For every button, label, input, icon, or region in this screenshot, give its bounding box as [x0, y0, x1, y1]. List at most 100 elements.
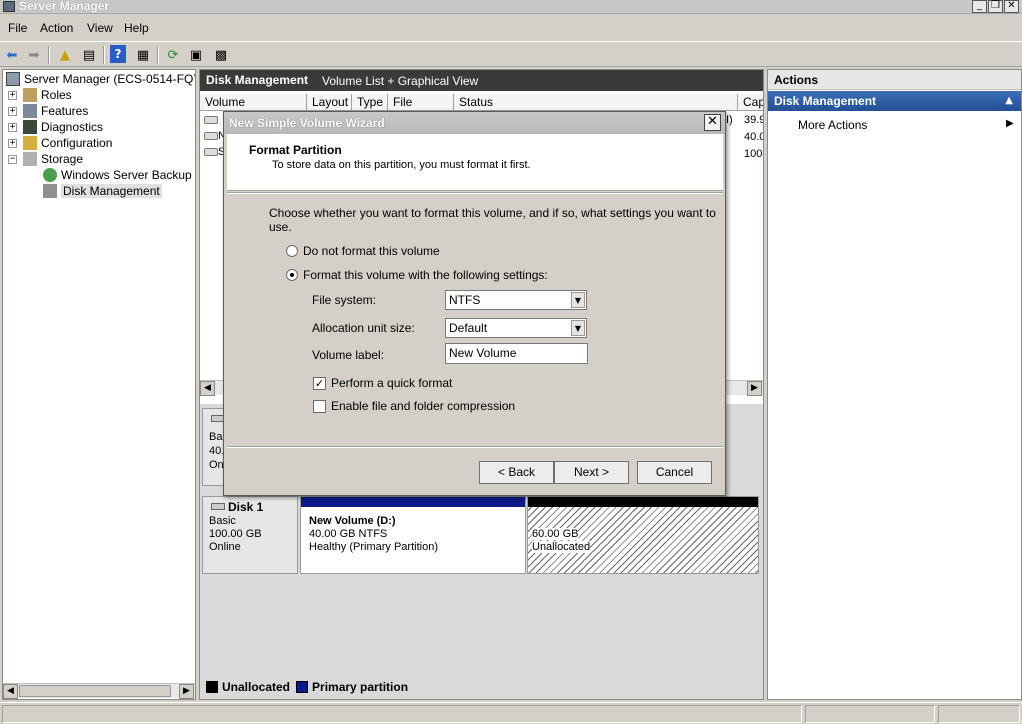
compression-checkbox[interactable]	[313, 399, 326, 413]
volume-label-input[interactable]: New Volume	[445, 343, 588, 364]
disk-settings-icon[interactable]: ▩	[211, 45, 231, 65]
window-title: Server Manager	[19, 0, 110, 13]
expand-icon[interactable]: +	[8, 138, 17, 148]
file-system-value: NTFS	[449, 293, 481, 307]
menu-file[interactable]: File	[8, 21, 27, 35]
volume-icon	[204, 148, 218, 156]
dialog-close-button[interactable]: ✕	[704, 114, 721, 131]
volume-label-label: Volume label:	[312, 348, 385, 362]
chevron-down-icon[interactable]: ▼	[571, 292, 585, 308]
chevron-down-icon[interactable]: ▼	[571, 320, 585, 336]
show-action-pane-icon[interactable]: ▦	[133, 45, 153, 65]
disk-management-icon	[43, 184, 57, 198]
help-icon[interactable]: ?	[110, 45, 126, 63]
wizard-subheading: To store data on this partition, you mus…	[272, 159, 531, 171]
toolbar-separator	[157, 46, 159, 64]
allocation-size-select[interactable]: Default ▼	[445, 318, 587, 338]
diagnostics-icon	[23, 120, 37, 134]
file-system-label: File system:	[312, 293, 377, 307]
volume-icon	[204, 116, 218, 124]
properties-icon[interactable]: ▣	[186, 45, 206, 65]
tree-item-diagnostics[interactable]: + Diagnostics	[8, 119, 103, 135]
tree-item-label: Windows Server Backup	[61, 168, 192, 182]
scroll-left-icon[interactable]: ◀	[200, 381, 215, 396]
compression-option[interactable]: Enable file and folder compression	[313, 399, 515, 413]
next-button[interactable]: Next >	[554, 461, 629, 484]
file-system-select[interactable]: NTFS ▼	[445, 290, 587, 310]
collapse-up-icon[interactable]: ▲	[1005, 91, 1013, 111]
column-layout[interactable]: Layout	[307, 94, 352, 111]
expand-icon[interactable]: +	[8, 122, 17, 132]
tree-item-storage[interactable]: − Storage	[8, 151, 83, 167]
wizard-header: Format Partition To store data on this p…	[227, 134, 723, 191]
back-arrow-icon[interactable]: ⬅	[2, 45, 22, 65]
cancel-button[interactable]: Cancel	[637, 461, 712, 484]
pane-subtitle: Volume List + Graphical View	[322, 74, 479, 88]
wizard-heading: Format Partition	[249, 143, 342, 157]
tree-item-label: Storage	[41, 152, 84, 166]
radio-no-format[interactable]	[286, 245, 298, 257]
status-cell	[938, 705, 1020, 723]
menu-bar: File Action View Help	[0, 18, 1022, 40]
partition-unallocated[interactable]: 60.00 GB Unallocated	[527, 496, 759, 574]
close-button[interactable]: ✕	[1004, 0, 1019, 13]
quick-format-label: Perform a quick format	[331, 376, 453, 390]
submenu-arrow-icon: ▶	[1006, 118, 1014, 129]
tree-item-roles[interactable]: + Roles	[8, 87, 72, 103]
column-type[interactable]: Type	[352, 94, 388, 111]
expand-icon[interactable]: +	[8, 90, 17, 100]
new-simple-volume-wizard: New Simple Volume Wizard ✕ Format Partit…	[223, 111, 726, 496]
scroll-thumb[interactable]	[19, 685, 171, 697]
tree-item-disk-management[interactable]: Disk Management	[43, 183, 162, 199]
column-capacity[interactable]: Cap	[738, 94, 763, 111]
server-manager-icon	[3, 1, 15, 12]
quick-format-checkbox[interactable]: ✓	[313, 376, 326, 390]
option-format[interactable]: Format this volume with the following se…	[286, 268, 548, 282]
wizard-prompt: Choose whether you want to format this v…	[269, 206, 716, 234]
disk-1-label-box[interactable]: Disk 1 Basic 100.00 GB Online	[202, 496, 298, 574]
column-status[interactable]: Status	[454, 94, 738, 111]
scroll-right-icon[interactable]: ▶	[179, 684, 194, 699]
dialog-titlebar[interactable]: New Simple Volume Wizard ✕	[224, 112, 725, 134]
menu-view[interactable]: View	[87, 21, 113, 35]
toolbar-separator	[103, 46, 105, 64]
tree-item-windows-server-backup[interactable]: Windows Server Backup	[43, 167, 192, 183]
disk-0-size: 40.	[209, 445, 225, 457]
dialog-title: New Simple Volume Wizard	[229, 116, 385, 130]
radio-format[interactable]	[286, 269, 298, 281]
action-more-actions[interactable]: More Actions	[798, 118, 867, 132]
capacity-value: 40.0	[744, 131, 764, 143]
tree-horizontal-scrollbar[interactable]: ◀ ▶	[3, 683, 195, 699]
minimize-button[interactable]: _	[972, 0, 987, 13]
refresh-icon[interactable]: ⟳	[163, 45, 183, 65]
scroll-left-icon[interactable]: ◀	[3, 684, 18, 699]
partition-new-volume[interactable]: New Volume (D:) 40.00 GB NTFS Healthy (P…	[300, 496, 526, 574]
expand-icon[interactable]: +	[8, 106, 17, 116]
scroll-right-icon[interactable]: ▶	[747, 381, 762, 396]
option-no-format-label: Do not format this volume	[303, 244, 440, 258]
column-volume[interactable]: Volume	[200, 94, 307, 111]
unallocated-label: Unallocated	[532, 541, 591, 553]
back-button[interactable]: < Back	[479, 461, 554, 484]
tree-root[interactable]: Server Manager (ECS-0514-FQY-00	[6, 71, 195, 87]
status-bar	[0, 702, 1022, 724]
roles-icon	[23, 88, 37, 102]
partition-name: New Volume (D:)	[309, 515, 396, 527]
option-no-format[interactable]: Do not format this volume	[286, 244, 440, 258]
forward-arrow-icon[interactable]: ➡	[24, 45, 44, 65]
show-hide-tree-icon[interactable]: ▤	[79, 45, 99, 65]
quick-format-option[interactable]: ✓ Perform a quick format	[313, 376, 452, 390]
menu-help[interactable]: Help	[124, 21, 149, 35]
actions-section-disk-management[interactable]: Disk Management ▲	[768, 91, 1021, 111]
collapse-icon[interactable]: −	[8, 154, 17, 164]
restore-button[interactable]: ❐	[988, 0, 1003, 13]
features-icon	[23, 104, 37, 118]
tree-item-label: Configuration	[41, 136, 113, 150]
tree-item-label: Disk Management	[61, 184, 162, 198]
up-folder-icon[interactable]: ▲	[55, 45, 75, 65]
column-file-system[interactable]: File System	[388, 94, 454, 126]
divider	[227, 192, 723, 194]
tree-item-features[interactable]: + Features	[8, 103, 88, 119]
menu-action[interactable]: Action	[40, 21, 73, 35]
tree-item-configuration[interactable]: + Configuration	[8, 135, 112, 151]
